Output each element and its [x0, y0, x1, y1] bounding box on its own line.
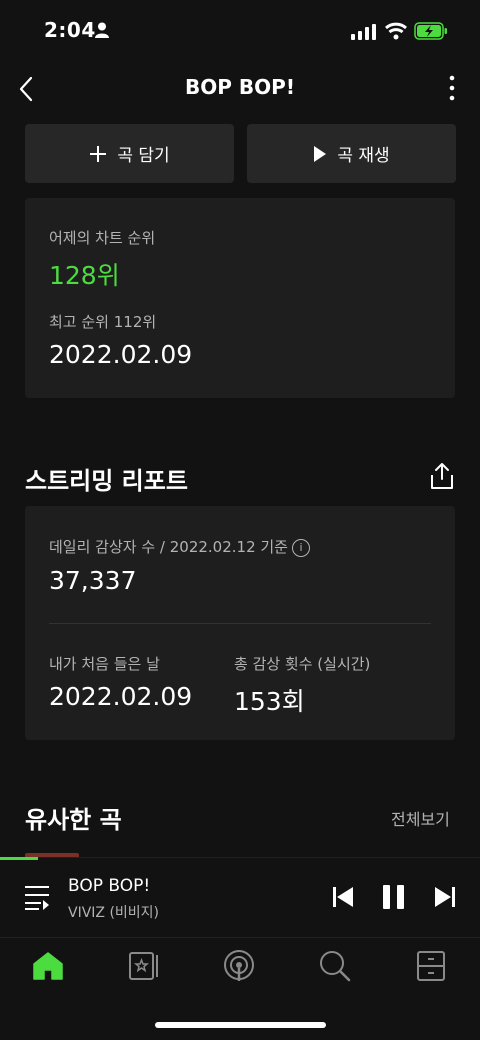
add-song-button[interactable]: 곡 담기 [25, 124, 234, 183]
queue-icon[interactable] [24, 884, 50, 910]
peak-rank-date: 2022.02.09 [49, 340, 193, 369]
yesterday-rank-value: 128위 [49, 261, 120, 290]
share-icon[interactable] [429, 462, 455, 490]
more-vertical-icon[interactable] [444, 74, 460, 104]
home-icon [33, 952, 63, 980]
see-all-link[interactable]: 전체보기 [391, 806, 450, 830]
first-heard-value: 2022.02.09 [49, 682, 193, 711]
search-icon [320, 951, 351, 982]
play-song-label: 곡 재생 [337, 146, 390, 166]
wifi-icon [385, 22, 407, 40]
plus-icon [90, 145, 107, 162]
previous-icon[interactable] [332, 886, 354, 908]
add-song-label: 곡 담기 [117, 146, 170, 166]
page-title: BOP BOP! [185, 75, 295, 99]
drawer-icon [417, 951, 445, 981]
tab-library[interactable] [124, 946, 164, 986]
home-indicator [155, 1022, 326, 1028]
tab-podcast[interactable] [219, 946, 259, 986]
play-icon [314, 145, 327, 162]
total-plays-value: 153회 [234, 687, 305, 716]
info-icon[interactable]: i [291, 538, 310, 557]
peak-rank-label: 최고 순위 112위 [49, 313, 157, 331]
podcast-icon [224, 950, 254, 981]
playback-progress[interactable] [0, 857, 39, 860]
battery-charging-icon [414, 22, 447, 40]
tab-home[interactable] [28, 946, 68, 986]
total-plays-label: 총 감상 횟수 (실시간) [234, 655, 371, 673]
player-track-title: BOP BOP! [68, 876, 151, 896]
signal-icon [351, 24, 376, 40]
daily-listeners-text: 데일리 감상자 수 / 2022.02.12 기준 [49, 538, 288, 556]
streaming-report-title: 스트리밍 리포트 [25, 467, 188, 495]
daily-listeners-label: 데일리 감상자 수 / 2022.02.12 기준 i [49, 536, 310, 557]
first-heard-label: 내가 처음 들은 날 [49, 655, 160, 673]
status-time: 2:04 [44, 18, 96, 42]
similar-songs-title: 유사한 곡 [25, 806, 122, 834]
pause-icon[interactable] [382, 884, 406, 910]
player-track-artist: VIVIZ (비비지) [68, 905, 160, 921]
person-icon [95, 22, 109, 38]
play-song-button[interactable]: 곡 재생 [247, 124, 456, 183]
mini-player[interactable] [0, 857, 480, 938]
next-icon[interactable] [434, 886, 456, 908]
yesterday-rank-label: 어제의 차트 순위 [49, 229, 156, 247]
divider [49, 623, 431, 624]
tab-search[interactable] [315, 946, 355, 986]
daily-listeners-value: 37,337 [49, 566, 137, 595]
library-icon [129, 952, 158, 980]
tab-drawer[interactable] [411, 946, 451, 986]
